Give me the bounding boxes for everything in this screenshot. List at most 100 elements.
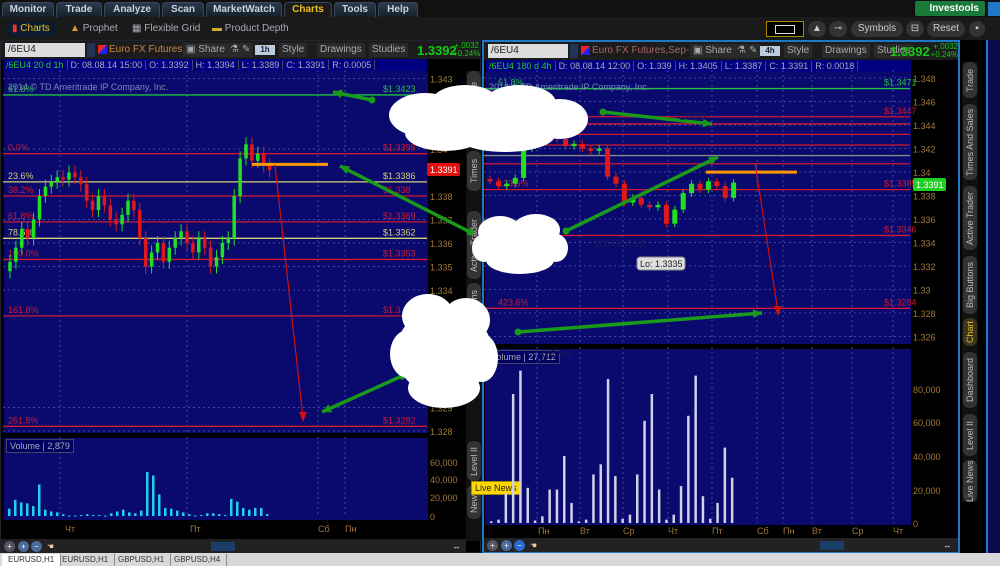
volume-bar bbox=[92, 515, 95, 517]
price-tick-label: 1.33 bbox=[913, 286, 931, 296]
candle-body bbox=[244, 144, 248, 159]
candle-body bbox=[132, 200, 136, 211]
volume-bar bbox=[687, 415, 690, 523]
volume-tick-label: 40,000 bbox=[430, 475, 458, 485]
candle-body bbox=[49, 181, 54, 187]
time-tick-label: Чт bbox=[668, 526, 678, 536]
candle-body bbox=[487, 179, 493, 182]
candle-body bbox=[714, 181, 720, 187]
candle-body bbox=[512, 177, 518, 184]
candle-body bbox=[185, 231, 189, 243]
volume-tick-label: 20,000 bbox=[913, 486, 941, 496]
fib-percent-label: 161.8% bbox=[8, 305, 39, 315]
sell-zone-callout: зона сел bbox=[470, 212, 647, 276]
price-tick-label: 1.338 bbox=[430, 192, 453, 202]
volume-bar bbox=[650, 394, 654, 523]
volume-tick-label: 80,000 bbox=[913, 385, 941, 395]
price-tick-label: 1.332 bbox=[913, 262, 936, 272]
fib-price-label: $1.3369 bbox=[383, 211, 416, 221]
fib-percent-label: 100.0% bbox=[8, 248, 39, 258]
volume-bar bbox=[26, 503, 29, 516]
price-tick-label: 1.334 bbox=[913, 239, 936, 249]
candle-body bbox=[108, 205, 113, 220]
volume-bar bbox=[511, 394, 515, 523]
workspace-tab[interactable]: EURUSD,H1 bbox=[2, 554, 62, 566]
time-tick-label: Пт bbox=[190, 524, 201, 534]
candle-body bbox=[61, 177, 65, 180]
volume-bar bbox=[218, 514, 221, 516]
volume-bar bbox=[104, 515, 107, 517]
volume-bar bbox=[206, 513, 209, 516]
volume-bar bbox=[694, 375, 697, 523]
price-tick-label: 1.342 bbox=[913, 145, 936, 155]
volume-bar bbox=[555, 489, 559, 523]
cloud-shape bbox=[390, 294, 498, 408]
volume-bar bbox=[723, 447, 727, 523]
volume-bar bbox=[50, 511, 53, 516]
volume-bar bbox=[164, 507, 167, 516]
fib-price-label: $1.3385 bbox=[884, 179, 917, 189]
annotation-arrow bbox=[517, 311, 763, 334]
workspace-tab[interactable]: GBPUSD,H4 bbox=[168, 554, 228, 566]
workspace-tab[interactable]: GBPUSD,H1 bbox=[112, 554, 172, 566]
volume-bar bbox=[679, 486, 683, 523]
candle-body bbox=[20, 228, 24, 248]
candle-body bbox=[43, 186, 48, 196]
stop-callout: стоп bbox=[385, 85, 707, 153]
volume-bar bbox=[636, 474, 639, 523]
fib-price-label: $1.3447 bbox=[884, 106, 917, 116]
candle-body bbox=[238, 158, 242, 196]
candle-body bbox=[250, 144, 254, 161]
time-tick-label: Ср bbox=[852, 526, 864, 536]
price-tick-label: 1.326 bbox=[913, 333, 936, 343]
candle-body bbox=[705, 181, 711, 190]
candle-body bbox=[73, 172, 77, 178]
candle-body bbox=[232, 196, 236, 239]
candle-body bbox=[37, 196, 42, 220]
candle-body bbox=[67, 172, 71, 180]
workspace-tab[interactable]: EURUSD,H1 bbox=[56, 554, 116, 566]
volume-tick-label: 60,000 bbox=[430, 458, 458, 468]
volume-bar bbox=[212, 513, 215, 516]
fib-price-label: $1.3362 bbox=[383, 227, 416, 237]
candle-body bbox=[267, 165, 272, 171]
low-tooltip-text: Lo: 1.3335 bbox=[640, 259, 683, 269]
time-tick-label: Сб bbox=[318, 524, 330, 534]
time-tick-label: Пн bbox=[538, 526, 549, 536]
volume-bar bbox=[672, 514, 675, 523]
candle-body bbox=[613, 176, 619, 184]
volume-bar bbox=[548, 489, 551, 523]
price-tick-label: 1.34 bbox=[913, 168, 931, 178]
volume-bar bbox=[541, 516, 544, 523]
candle-body bbox=[191, 243, 195, 253]
price-tick-label: 1.335 bbox=[430, 263, 453, 273]
fib-percent-label: 261.8% bbox=[8, 415, 39, 425]
volume-bar bbox=[224, 515, 227, 517]
volume-tick-label: 20,000 bbox=[430, 493, 458, 503]
cloud-shape bbox=[472, 214, 568, 274]
time-tick-label: Пт bbox=[712, 526, 723, 536]
volume-bar bbox=[14, 499, 17, 516]
volume-bar bbox=[98, 515, 101, 517]
volume-bar bbox=[584, 519, 588, 523]
candle-body bbox=[226, 238, 231, 243]
candle-body bbox=[84, 184, 89, 201]
candle-body bbox=[102, 196, 107, 206]
volume-bar bbox=[188, 514, 191, 516]
candle-body bbox=[621, 183, 627, 203]
candle-body bbox=[8, 261, 12, 272]
target-arrowhead bbox=[774, 306, 782, 316]
volume-bar bbox=[570, 502, 573, 523]
candle-body bbox=[120, 214, 124, 225]
volume-bar bbox=[563, 456, 566, 523]
candle-body bbox=[155, 243, 160, 253]
price-tick-label: 1.328 bbox=[430, 427, 453, 437]
volume-bar bbox=[592, 474, 595, 523]
volume-bar bbox=[20, 502, 23, 516]
volume-bar bbox=[533, 520, 537, 523]
candle-body bbox=[504, 183, 510, 187]
fib-percent-label: 61.8% bbox=[8, 211, 34, 221]
candle-body bbox=[663, 204, 669, 224]
volume-tick-label: 0 bbox=[913, 519, 918, 529]
volume-bar bbox=[614, 476, 617, 523]
